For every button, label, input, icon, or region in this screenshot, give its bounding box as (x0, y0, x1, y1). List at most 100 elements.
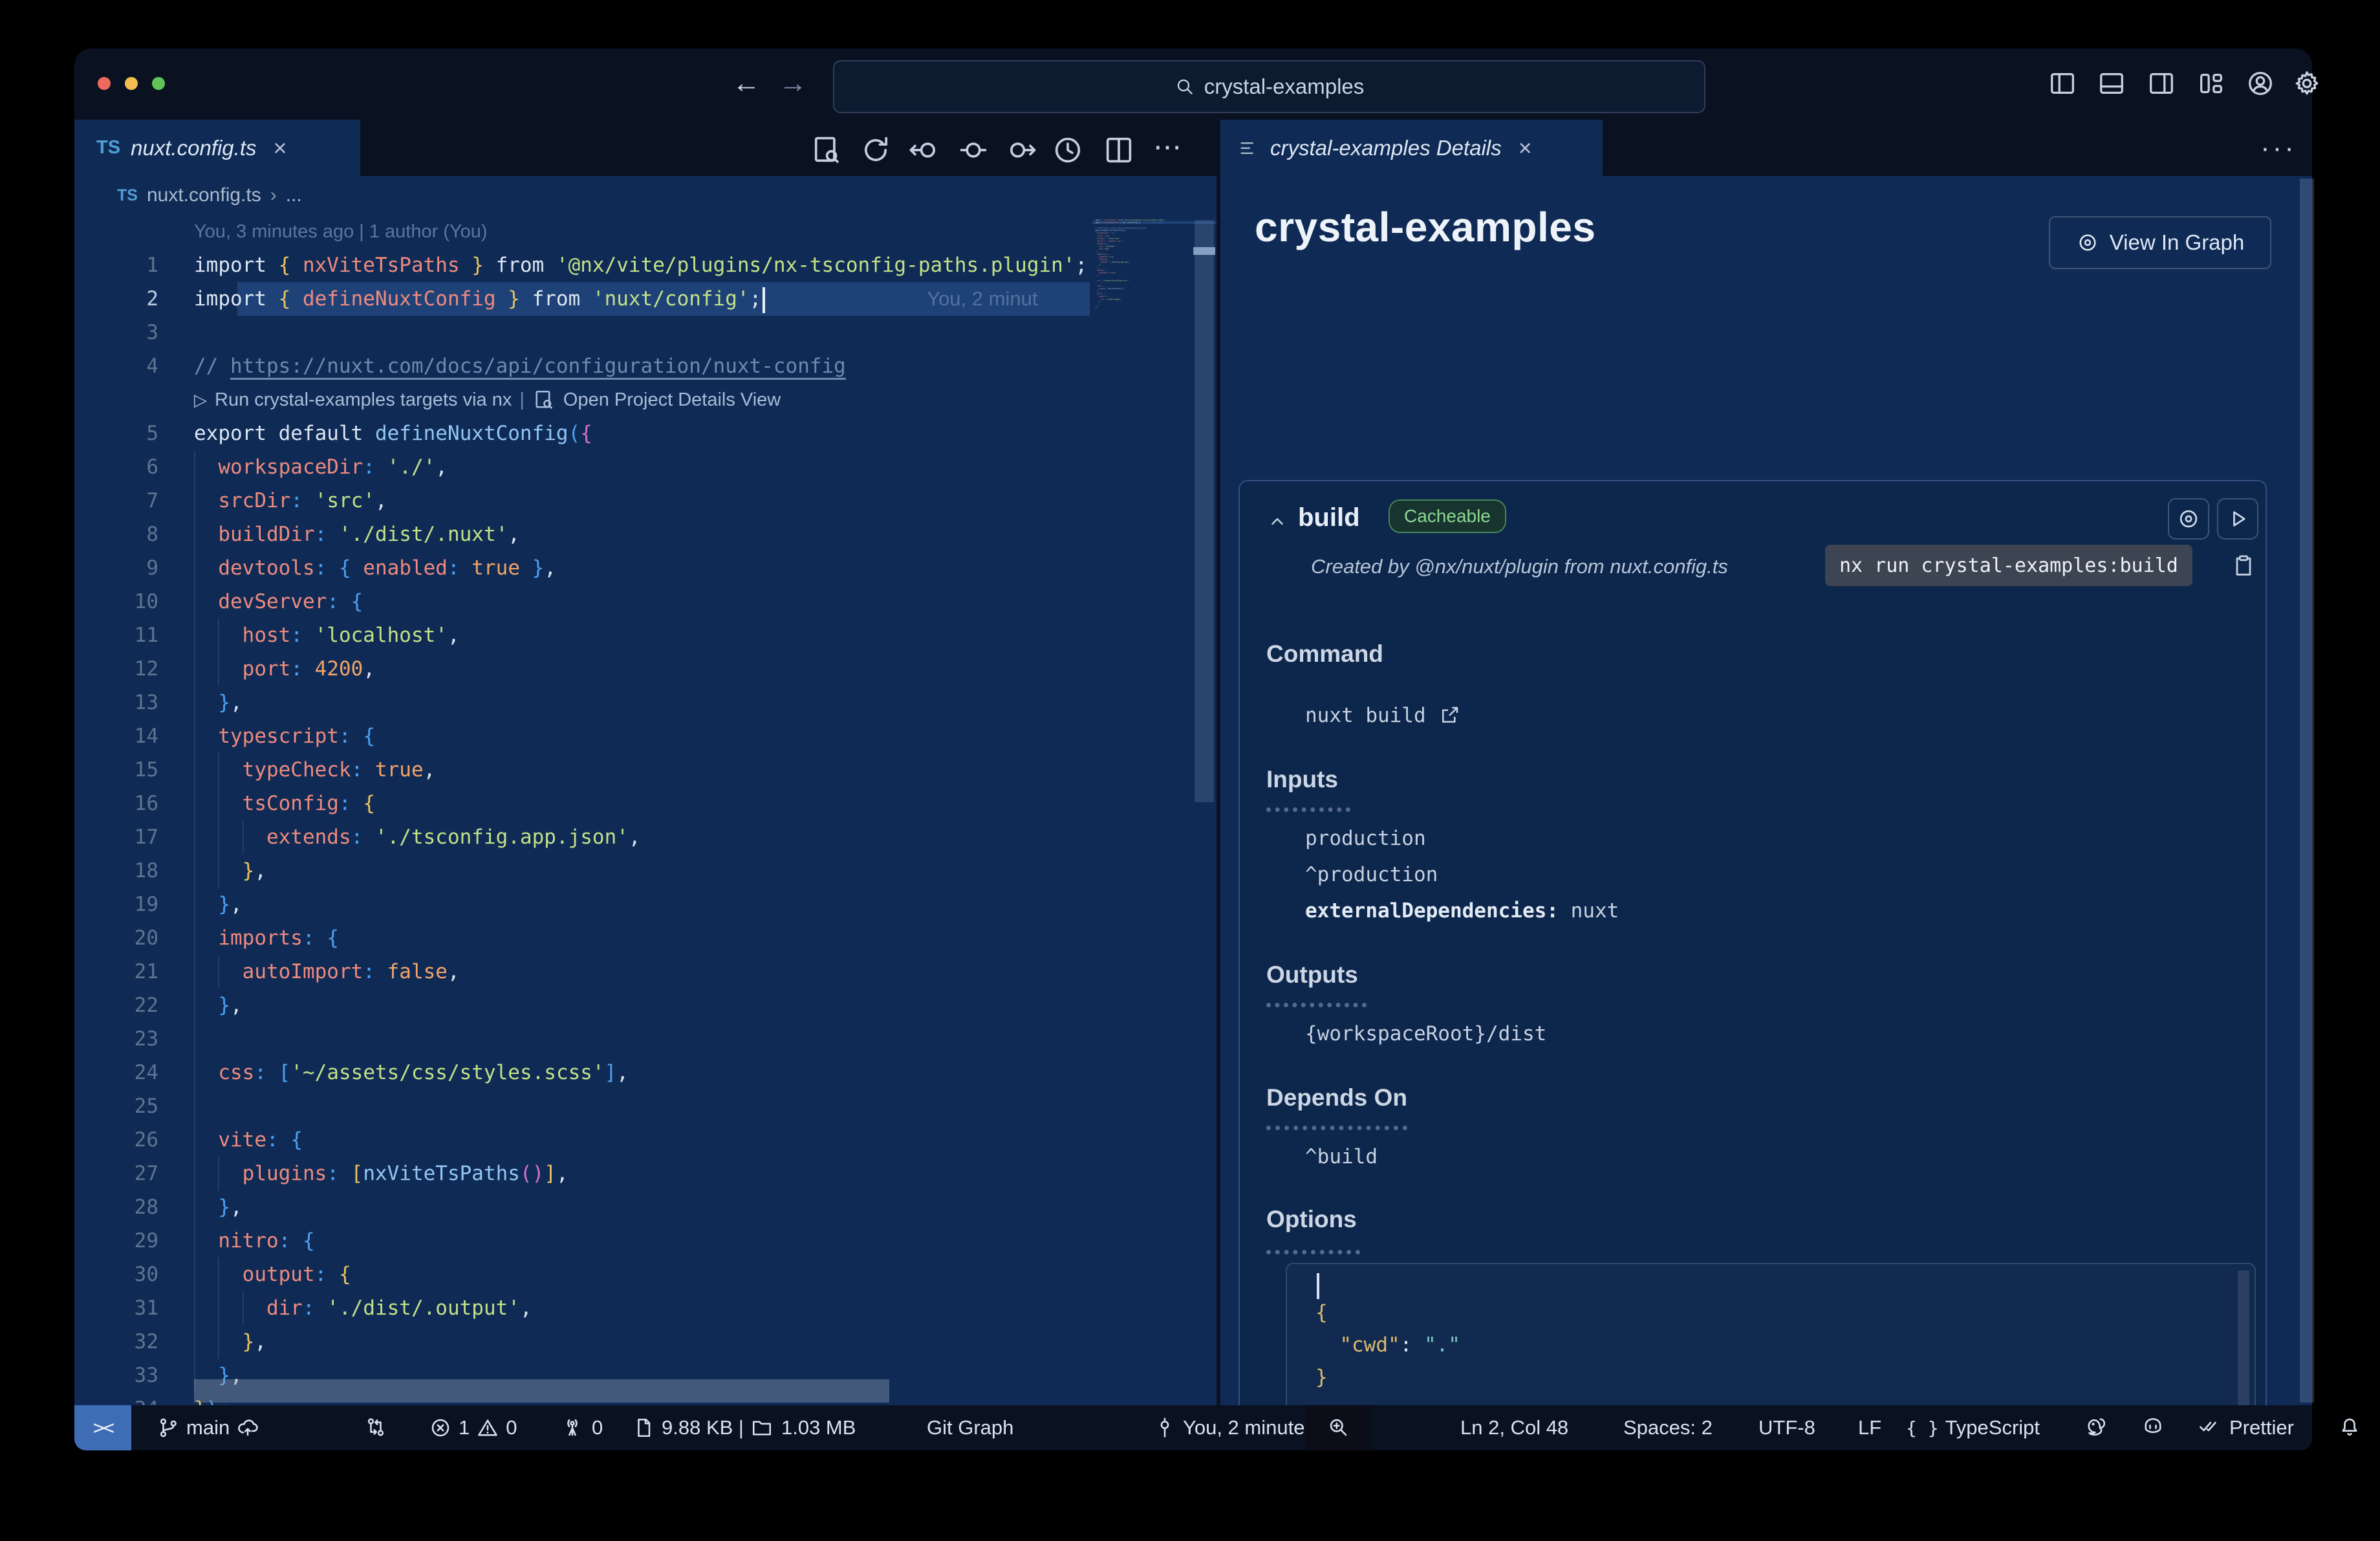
code-line[interactable]: 15 typeCheck: true, (74, 753, 1090, 787)
line-number[interactable]: 12 (74, 652, 158, 686)
line-number[interactable]: 9 (74, 551, 158, 585)
previous-change-icon[interactable] (907, 133, 941, 167)
line-number[interactable]: 34 (74, 1392, 158, 1405)
editor-vertical-scrollbar[interactable] (1195, 220, 1214, 802)
line-number[interactable]: 4 (74, 349, 158, 383)
line-number[interactable]: 26 (74, 1123, 158, 1157)
open-changes-icon[interactable] (810, 133, 843, 167)
tab-close-icon[interactable]: × (274, 135, 287, 162)
code-line[interactable]: 22 }, (74, 989, 1090, 1022)
code-line[interactable]: 28 }, (74, 1190, 1090, 1224)
code-line[interactable]: 26 vite: { (74, 1123, 1090, 1157)
notifications-item[interactable] (2338, 1405, 2363, 1450)
code-line[interactable]: 20 imports: { (74, 921, 1090, 955)
code-line[interactable]: 21 autoImport: false, (74, 955, 1090, 989)
code-line[interactable]: 1 import { nxViteTsPaths } from '@nx/vite… (74, 248, 1090, 282)
code-line[interactable]: 23 (74, 1022, 1090, 1056)
toggle-primary-sidebar-icon[interactable] (2048, 69, 2077, 98)
line-number[interactable]: 22 (74, 989, 158, 1022)
line-number[interactable]: 1 (74, 248, 158, 282)
code-line[interactable]: 24 css: ['~/assets/css/styles.scss'], (74, 1056, 1090, 1089)
code-editor[interactable]: You, 3 minutes ago | 1 author (You) 1 impo… (74, 215, 1218, 1405)
line-number[interactable]: 25 (74, 1089, 158, 1123)
line-number[interactable]: 16 (74, 787, 158, 820)
focus-target-button[interactable] (2168, 498, 2209, 540)
code-line[interactable]: 6 workspaceDir: './', (74, 450, 1090, 484)
code-lines[interactable]: You, 3 minutes ago | 1 author (You) 1impo… (74, 215, 1090, 1405)
code-line[interactable]: 25 (74, 1089, 1090, 1123)
code-line[interactable]: 31 dir: './dist/.output', (74, 1291, 1090, 1325)
tab-close-icon[interactable]: × (1519, 135, 1532, 162)
gitlens-item[interactable] (2084, 1405, 2110, 1450)
run-target-button[interactable] (2217, 498, 2258, 540)
code-line[interactable]: 13 }, (74, 686, 1090, 719)
code-line[interactable]: 18 }, (74, 854, 1090, 888)
line-number[interactable]: 10 (74, 585, 158, 618)
line-number[interactable]: 18 (74, 854, 158, 888)
breadcrumb-file[interactable]: nuxt.config.ts (147, 184, 261, 206)
line-number[interactable]: 33 (74, 1359, 158, 1392)
code-line[interactable]: 10 devServer: { (74, 585, 1090, 618)
breadcrumb-symbol[interactable]: ... (286, 184, 302, 206)
minimize-traffic-light[interactable] (125, 77, 138, 90)
next-change-icon[interactable] (1004, 133, 1038, 167)
line-number[interactable]: 21 (74, 955, 158, 989)
file-size-item[interactable]: 9.88 KB | 1.03 MB (632, 1405, 856, 1450)
line-number[interactable]: 20 (74, 921, 158, 955)
external-link-icon[interactable] (1438, 704, 1461, 727)
line-number[interactable]: 27 (74, 1157, 158, 1190)
code-line[interactable]: 2 import { defineNuxtConfig } from 'nuxt/… (74, 282, 1090, 316)
code-line[interactable]: 7 srcDir: 'src', (74, 484, 1090, 518)
file-history-icon[interactable] (1051, 133, 1085, 167)
line-number[interactable]: 13 (74, 686, 158, 719)
cursor-position-item[interactable]: Ln 2, Col 48 (1460, 1405, 1568, 1450)
indentation-item[interactable]: Spaces: 2 (1623, 1405, 1713, 1450)
line-number[interactable]: 19 (74, 888, 158, 921)
line-number[interactable]: 3 (74, 316, 158, 349)
code-line[interactable]: 5 export default defineNuxtConfig({ (74, 417, 1090, 450)
change-marker-icon[interactable] (957, 133, 990, 167)
tab-nuxt-config[interactable]: TS nuxt.config.ts × (74, 120, 360, 176)
line-number[interactable]: 7 (74, 484, 158, 518)
refresh-icon[interactable] (859, 133, 892, 167)
line-number[interactable]: 29 (74, 1224, 158, 1258)
code-line[interactable]: 30 output: { (74, 1258, 1090, 1291)
language-item[interactable]: { } TypeScript (1906, 1405, 2040, 1450)
eol-item[interactable]: LF (1858, 1405, 1881, 1450)
codelens-row[interactable]: ▷ Run crystal-examples targets via nx | Ope… (74, 383, 1090, 417)
code-line[interactable]: 32 }, (74, 1325, 1090, 1359)
account-icon[interactable] (2245, 69, 2275, 98)
line-number[interactable]: 23 (74, 1022, 158, 1056)
more-actions-icon[interactable]: ⋯ (1153, 133, 1187, 167)
line-number[interactable]: 32 (74, 1325, 158, 1359)
copilot-item[interactable] (2141, 1405, 2169, 1450)
panel-more-actions-icon[interactable]: ··· (2260, 132, 2297, 164)
navigate-back-icon[interactable]: ← (727, 67, 766, 100)
line-number[interactable]: 5 (74, 417, 158, 450)
toggle-secondary-sidebar-icon[interactable] (2147, 69, 2176, 98)
git-graph-item[interactable]: Git Graph (927, 1405, 1013, 1450)
collapse-chevron-icon[interactable] (1266, 510, 1289, 533)
problems-item[interactable]: 1 0 (429, 1405, 517, 1450)
code-line[interactable]: 11 host: 'localhost', (74, 618, 1090, 652)
code-line[interactable]: 27 plugins: [nxViteTsPaths()], (74, 1157, 1090, 1190)
toggle-panel-icon[interactable] (2097, 69, 2126, 98)
line-number[interactable]: 14 (74, 719, 158, 753)
line-number[interactable]: 8 (74, 518, 158, 551)
line-number[interactable]: 31 (74, 1291, 158, 1325)
code-line[interactable]: 16 tsConfig: { (74, 787, 1090, 820)
line-number[interactable]: 2 (74, 282, 158, 316)
line-number[interactable]: 17 (74, 820, 158, 854)
line-number[interactable]: 6 (74, 450, 158, 484)
target-name[interactable]: build (1298, 503, 1360, 532)
navigate-forward-icon[interactable]: → (774, 67, 812, 100)
breadcrumb[interactable]: TS nuxt.config.ts › ... (74, 176, 1218, 215)
code-line[interactable]: 14 typescript: { (74, 719, 1090, 753)
code-line[interactable]: 29 nitro: { (74, 1224, 1090, 1258)
broadcast-item[interactable]: 0 (561, 1405, 603, 1450)
editor-horizontal-scrollbar[interactable] (194, 1379, 889, 1403)
line-number[interactable]: 11 (74, 618, 158, 652)
close-traffic-light[interactable] (98, 77, 111, 90)
run-command-chip[interactable]: nx run crystal-examples:build (1825, 545, 2192, 586)
split-editor-icon[interactable] (1102, 133, 1136, 167)
